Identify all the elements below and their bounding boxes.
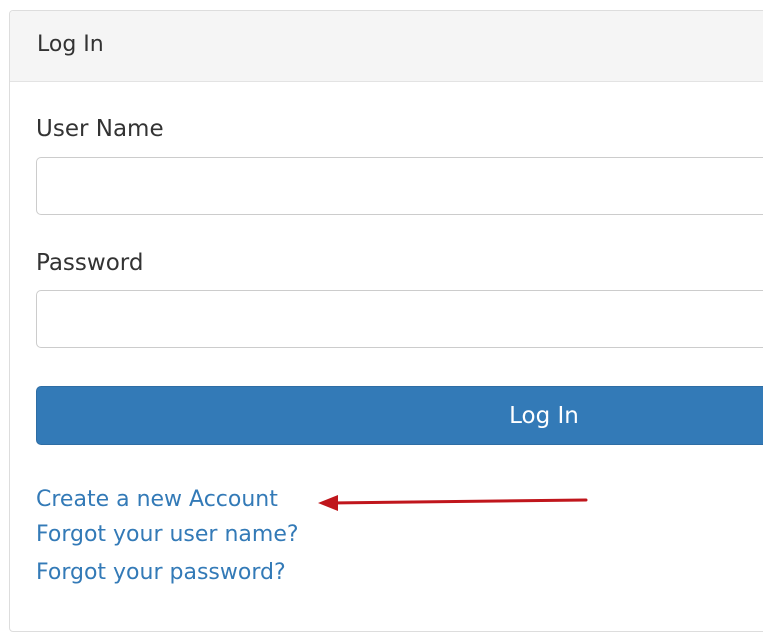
forgot-username-link[interactable]: Forgot your user name?: [36, 521, 299, 549]
panel-title: Log In: [37, 32, 104, 57]
login-button-label: Log In: [509, 402, 579, 429]
username-label: User Name: [36, 116, 164, 142]
username-input[interactable]: [36, 157, 763, 215]
password-input[interactable]: [36, 290, 763, 348]
create-account-link[interactable]: Create a new Account: [36, 486, 278, 514]
login-button[interactable]: Log In: [36, 386, 763, 445]
password-label: Password: [36, 250, 144, 276]
panel-heading: Log In: [10, 11, 763, 82]
annotation-arrow-icon: [318, 495, 588, 511]
forgot-password-link[interactable]: Forgot your password?: [36, 559, 286, 587]
